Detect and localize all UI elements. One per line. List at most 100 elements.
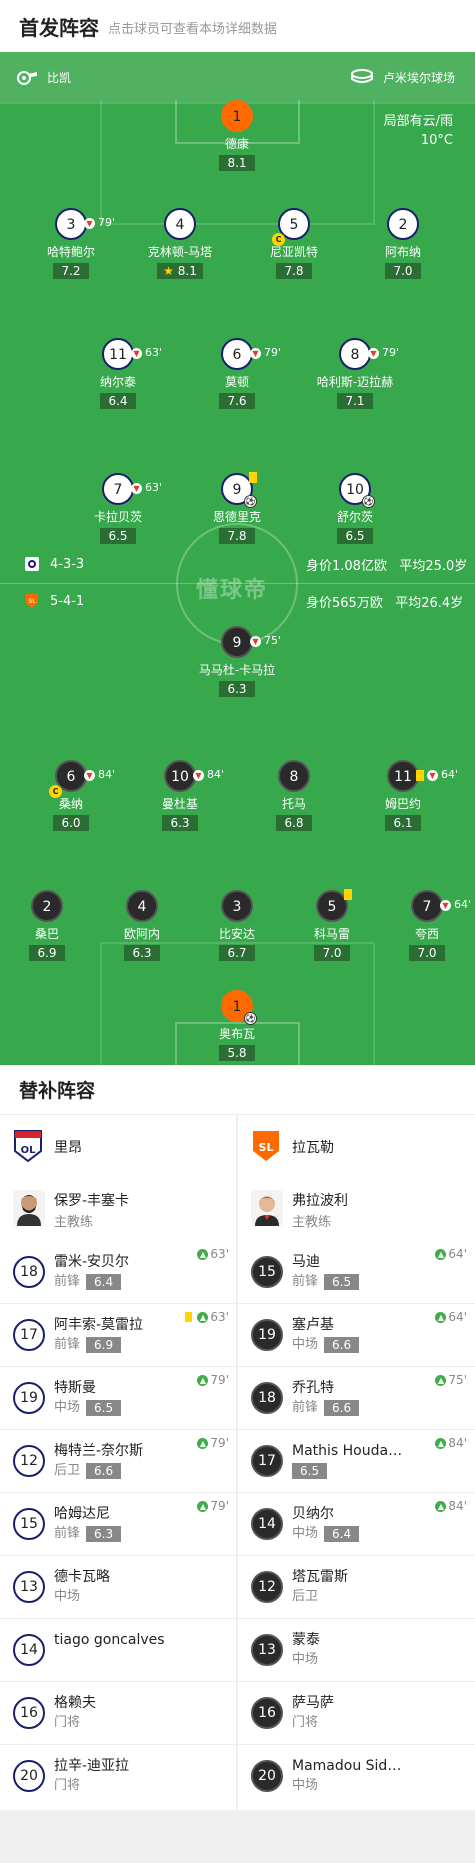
player-number: 8 <box>278 760 310 792</box>
player-name: 姆巴约 <box>384 797 421 811</box>
page-bottom-spacer <box>0 1810 475 1863</box>
sub-number: 20 <box>251 1760 283 1792</box>
player-name: 科马雷 <box>313 927 350 941</box>
player-away-5[interactable]: 5 科马雷 7.0 <box>277 889 387 961</box>
sub-number: 13 <box>251 1634 283 1666</box>
position-text: 前锋 <box>54 1337 81 1352</box>
sub-on-indicator: ▲ 84' <box>435 1436 467 1450</box>
player-home-5[interactable]: 5C 尼亚凯特 7.8 <box>239 208 349 279</box>
player-home-6[interactable]: 6 ▼ 79' 莫顿 7.6 <box>182 338 292 409</box>
sub-off-icon: ▼ <box>193 769 204 781</box>
player-home-9[interactable]: 9 ⚽ 恩德里克 7.8 <box>182 472 292 544</box>
sub-name: 德卡瓦略 <box>54 1569 110 1585</box>
player-name: 夸西 <box>414 927 439 941</box>
sub-number: 17 <box>13 1319 45 1351</box>
home-subs-team: OL 里昂 <box>0 1115 237 1178</box>
sub-row[interactable]: 20 拉辛-迪亚拉 门将 <box>0 1745 237 1808</box>
weather-text: 局部有云/雨 <box>383 114 453 129</box>
away-formation: 5-4-1 <box>50 593 85 609</box>
player-away-7[interactable]: 7 ▼ 64' 夸西 7.0 <box>372 890 475 961</box>
sub-row[interactable]: 18 雷米-安贝尔 前锋 6.4 ▲ 63' <box>0 1241 237 1304</box>
sub-row[interactable]: 15 哈姆达尼 前锋 6.3 ▲ 79' <box>0 1493 237 1556</box>
player-home-1[interactable]: 1 德康 8.1 <box>182 100 292 171</box>
sub-on-indicator: ▲ 79' <box>197 1499 229 1513</box>
player-number: 3 <box>66 217 76 233</box>
sub-on-indicator: ▲ 79' <box>197 1373 229 1387</box>
away-subs-column: SL 拉瓦勒 弗拉波利 主教练 15 马迪 前锋 6.5 ▲ 64' 19 塞卢基 … <box>238 1115 475 1810</box>
captain-icon: C <box>272 233 285 246</box>
weather-info: 局部有云/雨 10°C <box>384 112 453 150</box>
sub-row[interactable]: 14 tiago goncalves <box>0 1619 237 1682</box>
lineup-header: 首发阵容 点击球员可查看本场详细数据 <box>0 0 475 52</box>
home-team-info: 4-3-3 身价1.08亿欧 平均25.0岁 <box>24 556 467 574</box>
sub-row[interactable]: 16 萨马萨 门将 <box>238 1682 475 1745</box>
player-home-10[interactable]: 10 ⚽ 舒尔茨 6.5 <box>300 473 410 544</box>
sub-row[interactable]: 12 塔瓦雷斯 后卫 <box>238 1556 475 1619</box>
player-away-8[interactable]: 8 托马 6.8 <box>239 760 349 831</box>
sub-number: 13 <box>13 1571 45 1603</box>
sub-position: 后卫 6.6 <box>54 1463 122 1479</box>
sub-number: 17 <box>251 1445 283 1477</box>
sub-on-icon: ▲ <box>435 1248 447 1260</box>
goal-ball-icon: ⚽ <box>362 495 375 508</box>
sub-position: 中场 6.4 <box>292 1526 360 1542</box>
sub-number: 16 <box>251 1697 283 1729</box>
sub-name: 塞卢基 <box>292 1317 334 1333</box>
player-home-7[interactable]: 7 ▼ 63' 卡拉贝茨 6.5 <box>63 473 173 544</box>
position-text: 中场 <box>54 1400 81 1415</box>
player-away-10[interactable]: 10 ▼ 84' 曼杜基 6.3 <box>125 760 235 831</box>
sub-on-icon: ▲ <box>197 1374 209 1386</box>
sub-off-indicator: ▼ 75' <box>250 626 281 656</box>
player-number: 10 <box>171 769 189 785</box>
player-home-2[interactable]: 2 阿布纳 7.0 <box>348 208 458 279</box>
player-away-11[interactable]: 11 ▼ 64' 姆巴约 6.1 <box>348 760 458 831</box>
sub-row[interactable]: 19 特斯曼 中场 6.5 ▲ 79' <box>0 1367 237 1430</box>
sub-off-icon: ▼ <box>440 899 451 911</box>
sub-row[interactable]: 16 格赖夫 门将 <box>0 1682 237 1745</box>
player-rating: 6.7 <box>219 945 255 961</box>
player-home-4[interactable]: 4 克林顿-马塔 ★ 8.1 <box>125 208 235 279</box>
player-away-3[interactable]: 3 比安达 6.7 <box>182 890 292 961</box>
sub-row[interactable]: 12 梅特兰-奈尔斯 后卫 6.6 ▲ 79' <box>0 1430 237 1493</box>
sub-number: 14 <box>13 1634 45 1666</box>
player-rating: 6.3 <box>124 945 160 961</box>
player-name: 比安达 <box>218 927 255 941</box>
sub-rating: 6.6 <box>324 1337 360 1353</box>
stadium-name: 卢米埃尔球场 <box>383 71 456 85</box>
sub-position: 中场 <box>292 1652 319 1667</box>
sub-row[interactable]: 13 蒙泰 中场 <box>238 1619 475 1682</box>
player-home-8[interactable]: 8 ▼ 79' 哈利斯-迈拉赫 7.1 <box>300 338 410 409</box>
player-home-3[interactable]: 3 ▼ 79' 哈特鲍尔 7.2 <box>16 208 126 279</box>
sub-row[interactable]: 14 贝纳尔 中场 6.4 ▲ 84' <box>238 1493 475 1556</box>
player-rating: 7.8 <box>276 263 312 279</box>
sub-minute: 64' <box>454 898 472 911</box>
home-coach[interactable]: 保罗-丰塞卡 主教练 <box>0 1178 237 1241</box>
player-away-4[interactable]: 4 欧阿内 6.3 <box>87 890 197 961</box>
sub-row[interactable]: 19 塞卢基 中场 6.6 ▲ 64' <box>238 1304 475 1367</box>
sub-off-icon: ▼ <box>131 347 142 359</box>
sub-position: 中场 6.6 <box>292 1337 360 1353</box>
sub-minute: 79' <box>382 346 400 359</box>
sub-minute: 75' <box>448 1373 467 1387</box>
player-rating: 6.3 <box>219 681 255 697</box>
sub-rating: 6.4 <box>86 1274 122 1290</box>
away-coach[interactable]: 弗拉波利 主教练 <box>238 1178 475 1241</box>
player-number: 4 <box>164 208 196 240</box>
player-number: 2 <box>31 890 63 922</box>
sub-row[interactable]: 18 乔孔特 前锋 6.6 ▲ 75' <box>238 1367 475 1430</box>
sub-minute: 79' <box>210 1499 229 1513</box>
sub-row[interactable]: 15 马迪 前锋 6.5 ▲ 64' <box>238 1241 475 1304</box>
sub-row[interactable]: 13 德卡瓦略 中场 <box>0 1556 237 1619</box>
player-home-11[interactable]: 11 ▼ 63' 纳尔泰 6.4 <box>63 338 173 409</box>
sub-row[interactable]: 17 阿丰索-莫雷拉 前锋 6.9 ▲ 63' <box>0 1304 237 1367</box>
sub-name: tiago goncalves <box>54 1632 165 1648</box>
player-away-6[interactable]: 6 ▼ 84' C 桑纳 6.0 <box>16 760 126 831</box>
position-text: 前锋 <box>292 1274 319 1289</box>
sub-off-icon: ▼ <box>250 635 261 647</box>
sub-row[interactable]: 17 Mathis Houda… 6.5 ▲ 84' <box>238 1430 475 1493</box>
sub-row[interactable]: 20 Mamadou Sid… 中场 <box>238 1745 475 1808</box>
player-away-1[interactable]: 1 ⚽ 奥布瓦 5.8 <box>182 990 292 1061</box>
player-away-9[interactable]: 9 ▼ 75' 马马杜-卡马拉 6.3 <box>182 626 292 697</box>
player-rating: 6.8 <box>276 815 312 831</box>
sub-off-indicator: ▼ 84' <box>84 760 115 790</box>
